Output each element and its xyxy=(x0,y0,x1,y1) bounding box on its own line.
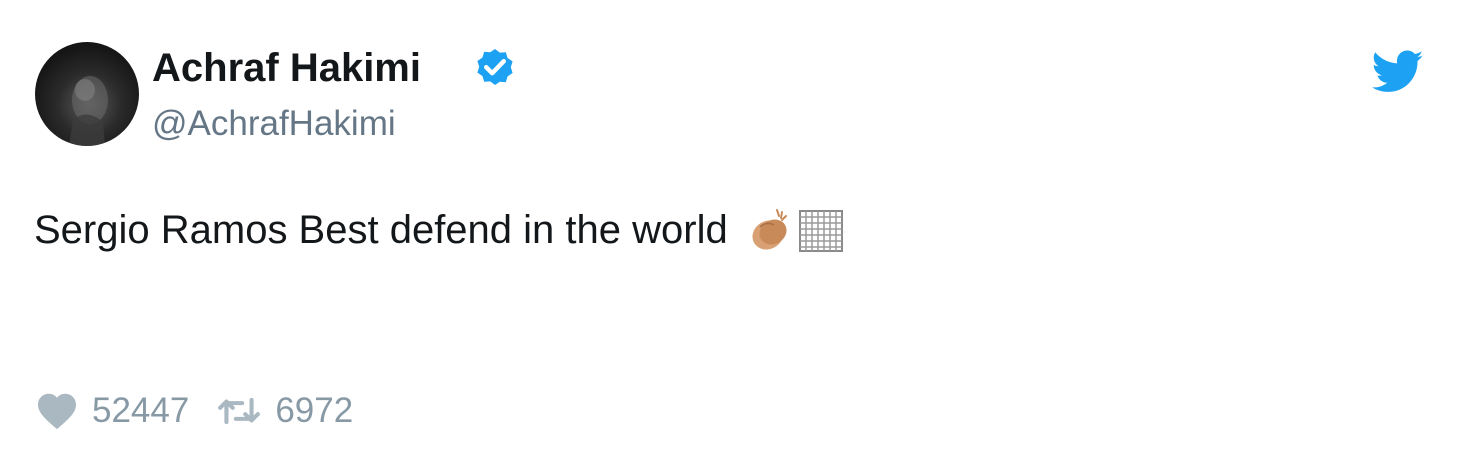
tweet-text: Sergio Ramos Best defend in the world xyxy=(34,205,844,255)
tweet-body: Sergio Ramos Best defend in the world xyxy=(34,207,728,252)
retweet-count: 6972 xyxy=(275,391,354,430)
heart-icon xyxy=(38,393,76,430)
verified-badge-icon xyxy=(477,49,513,85)
display-name[interactable]: Achraf Hakimi xyxy=(152,46,421,91)
tweet-actions: 52447 6972 xyxy=(36,388,353,434)
retweet-button[interactable]: 6972 xyxy=(217,391,353,431)
retweet-icon xyxy=(218,397,261,425)
avatar-photo xyxy=(69,76,108,146)
tweet-card: Achraf Hakimi @AchrafHakimi Sergio Ramos… xyxy=(0,0,1460,476)
clapping-hands-icon xyxy=(752,209,787,250)
twitter-bird-icon[interactable] xyxy=(1372,50,1424,94)
avatar[interactable] xyxy=(35,42,139,146)
like-count: 52447 xyxy=(92,391,190,430)
like-button[interactable]: 52447 xyxy=(36,391,217,431)
user-handle[interactable]: @AchrafHakimi xyxy=(152,104,396,144)
flag-placeholder-icon xyxy=(798,210,843,252)
